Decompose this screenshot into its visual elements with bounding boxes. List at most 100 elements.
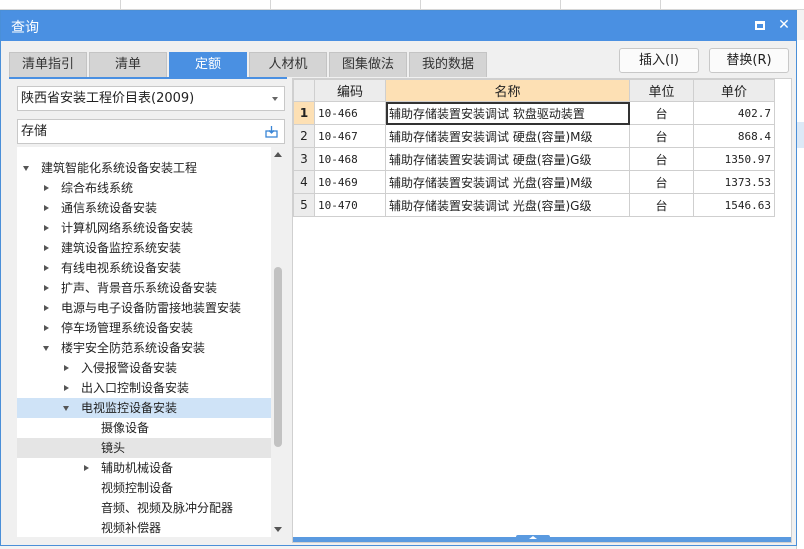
tree-item[interactable]: 电视监控设备安装: [17, 398, 271, 418]
close-button[interactable]: ✕: [775, 16, 793, 34]
tree-item[interactable]: 视频控制设备: [17, 478, 271, 498]
cell-unit[interactable]: 台: [629, 101, 694, 125]
cell-price[interactable]: 1373.53: [693, 170, 775, 194]
tab-atlas-methods[interactable]: 图集做法: [329, 52, 407, 77]
expand-open-icon[interactable]: [23, 166, 29, 171]
expand-closed-icon[interactable]: [44, 245, 49, 251]
cell-price[interactable]: 1546.63: [693, 193, 775, 217]
expand-closed-icon[interactable]: [84, 465, 89, 471]
expand-closed-icon[interactable]: [44, 325, 49, 331]
column-header-name[interactable]: 名称: [385, 79, 630, 102]
cell-name[interactable]: 辅助存储装置安装调试 软盘驱动装置: [385, 101, 630, 125]
scroll-down-icon[interactable]: [274, 527, 282, 532]
tree-item[interactable]: 有线电视系统设备安装: [17, 258, 271, 278]
tree-item[interactable]: 辅助机械设备: [17, 458, 271, 478]
cell-name[interactable]: 辅助存储装置安装调试 光盘(容量)G级: [385, 193, 630, 217]
search-input[interactable]: 存储: [17, 119, 285, 144]
row-number[interactable]: 4: [293, 170, 315, 194]
replace-button[interactable]: 替换(R): [709, 48, 789, 73]
tree-item-label: 出入口控制设备安装: [81, 381, 190, 395]
table-row[interactable]: 1 10-466 辅助存储装置安装调试 软盘驱动装置台 402.7: [293, 101, 775, 125]
tree-item[interactable]: 音频、视频及脉冲分配器: [17, 498, 271, 518]
expand-closed-icon[interactable]: [64, 385, 69, 391]
tree-item-label: 镜头: [101, 441, 126, 455]
cell-code[interactable]: 10-467: [314, 124, 386, 148]
tree-item[interactable]: 扩声、背景音乐系统设备安装: [17, 278, 271, 298]
tree-item[interactable]: 镜头: [17, 438, 271, 458]
expand-closed-icon[interactable]: [44, 205, 49, 211]
scrollbar-thumb[interactable]: [274, 267, 282, 447]
cell-code[interactable]: 10-466: [314, 101, 386, 125]
library-select[interactable]: 陕西省安装工程价目表(2009): [17, 86, 285, 111]
cell-price[interactable]: 868.4: [693, 124, 775, 148]
title-bar[interactable]: 查询 ✕: [1, 11, 796, 41]
column-header-unit[interactable]: 单位: [629, 79, 694, 102]
expand-closed-icon[interactable]: [44, 285, 49, 291]
expand-open-icon[interactable]: [63, 406, 69, 411]
tree-item[interactable]: 楼宇安全防范系统设备安装: [17, 338, 271, 358]
cell-code[interactable]: 10-469: [314, 170, 386, 194]
tree-item[interactable]: 建筑设备监控系统安装: [17, 238, 271, 258]
maximize-button[interactable]: [751, 16, 769, 34]
tree-item[interactable]: 出入口控制设备安装: [17, 378, 271, 398]
tab-materials[interactable]: 人材机: [249, 52, 327, 77]
expand-closed-icon[interactable]: [44, 265, 49, 271]
row-number[interactable]: 3: [293, 147, 315, 171]
search-locate-icon[interactable]: [265, 125, 278, 138]
table-row[interactable]: 3 10-468 辅助存储装置安装调试 硬盘(容量)G级台 1350.97: [293, 147, 775, 171]
cell-price[interactable]: 402.7: [693, 101, 775, 125]
background-column-divider: [560, 0, 561, 10]
tree-item[interactable]: 综合布线系统: [17, 178, 271, 198]
cell-unit[interactable]: 台: [629, 193, 694, 217]
tree-item[interactable]: 视频补偿器: [17, 518, 271, 537]
background-column-divider: [420, 0, 421, 10]
tree-item[interactable]: 入侵报警设备安装: [17, 358, 271, 378]
scroll-up-icon[interactable]: [274, 152, 282, 157]
cell-unit[interactable]: 台: [629, 170, 694, 194]
column-header-price[interactable]: 单价: [693, 79, 775, 102]
tree-item-label: 扩声、背景音乐系统设备安装: [61, 281, 218, 295]
tree-item[interactable]: 计算机网络系统设备安装: [17, 218, 271, 238]
tree-scrollbar[interactable]: [271, 147, 285, 537]
tab-quota[interactable]: 定额: [169, 52, 247, 77]
row-number[interactable]: 1: [293, 101, 315, 125]
table-row[interactable]: 2 10-467 辅助存储装置安装调试 硬盘(容量)M级台 868.4: [293, 124, 775, 148]
dialog-title: 查询: [11, 20, 39, 36]
tree-item[interactable]: 建筑智能化系统设备安装工程: [17, 158, 271, 178]
table-row[interactable]: 5 10-470 辅助存储装置安装调试 光盘(容量)G级台 1546.63: [293, 193, 775, 217]
cell-price[interactable]: 1350.97: [693, 147, 775, 171]
expand-closed-icon[interactable]: [64, 365, 69, 371]
chevron-down-icon: [272, 97, 278, 101]
library-select-value: 陕西省安装工程价目表(2009): [21, 91, 195, 106]
tree-item-label: 电视监控设备安装: [81, 401, 178, 415]
scroll-grip[interactable]: [516, 535, 550, 542]
tab-list-guide[interactable]: 清单指引: [9, 52, 87, 77]
tree-item-label: 综合布线系统: [61, 181, 134, 195]
table-row[interactable]: 4 10-469 辅助存储装置安装调试 光盘(容量)M级台 1373.53: [293, 170, 775, 194]
tab-list[interactable]: 清单: [89, 52, 167, 77]
column-header-code[interactable]: 编码: [314, 79, 386, 102]
cell-name[interactable]: 辅助存储装置安装调试 硬盘(容量)M级: [385, 124, 630, 148]
cell-name[interactable]: 辅助存储装置安装调试 硬盘(容量)G级: [385, 147, 630, 171]
close-icon: ✕: [778, 17, 790, 33]
cell-unit[interactable]: 台: [629, 124, 694, 148]
cell-code[interactable]: 10-468: [314, 147, 386, 171]
tab-my-data[interactable]: 我的数据: [409, 52, 487, 77]
tree-item-label: 建筑设备监控系统安装: [61, 241, 182, 255]
tree-item[interactable]: 摄像设备: [17, 418, 271, 438]
tree-item[interactable]: 停车场管理系统设备安装: [17, 318, 271, 338]
tree-item[interactable]: 通信系统设备安装: [17, 198, 271, 218]
tree-item[interactable]: 电源与电子设备防雷接地装置安装: [17, 298, 271, 318]
cell-unit[interactable]: 台: [629, 147, 694, 171]
insert-button[interactable]: 插入(I): [619, 48, 699, 73]
row-number[interactable]: 5: [293, 193, 315, 217]
expand-closed-icon[interactable]: [44, 225, 49, 231]
expand-closed-icon[interactable]: [44, 185, 49, 191]
row-number[interactable]: 2: [293, 124, 315, 148]
cell-name[interactable]: 辅助存储装置安装调试 光盘(容量)M级: [385, 170, 630, 194]
tree-item-label: 通信系统设备安装: [61, 201, 158, 215]
expand-open-icon[interactable]: [43, 346, 49, 351]
expand-closed-icon[interactable]: [44, 305, 49, 311]
cell-code[interactable]: 10-470: [314, 193, 386, 217]
background-sheet-edge: [796, 40, 804, 549]
